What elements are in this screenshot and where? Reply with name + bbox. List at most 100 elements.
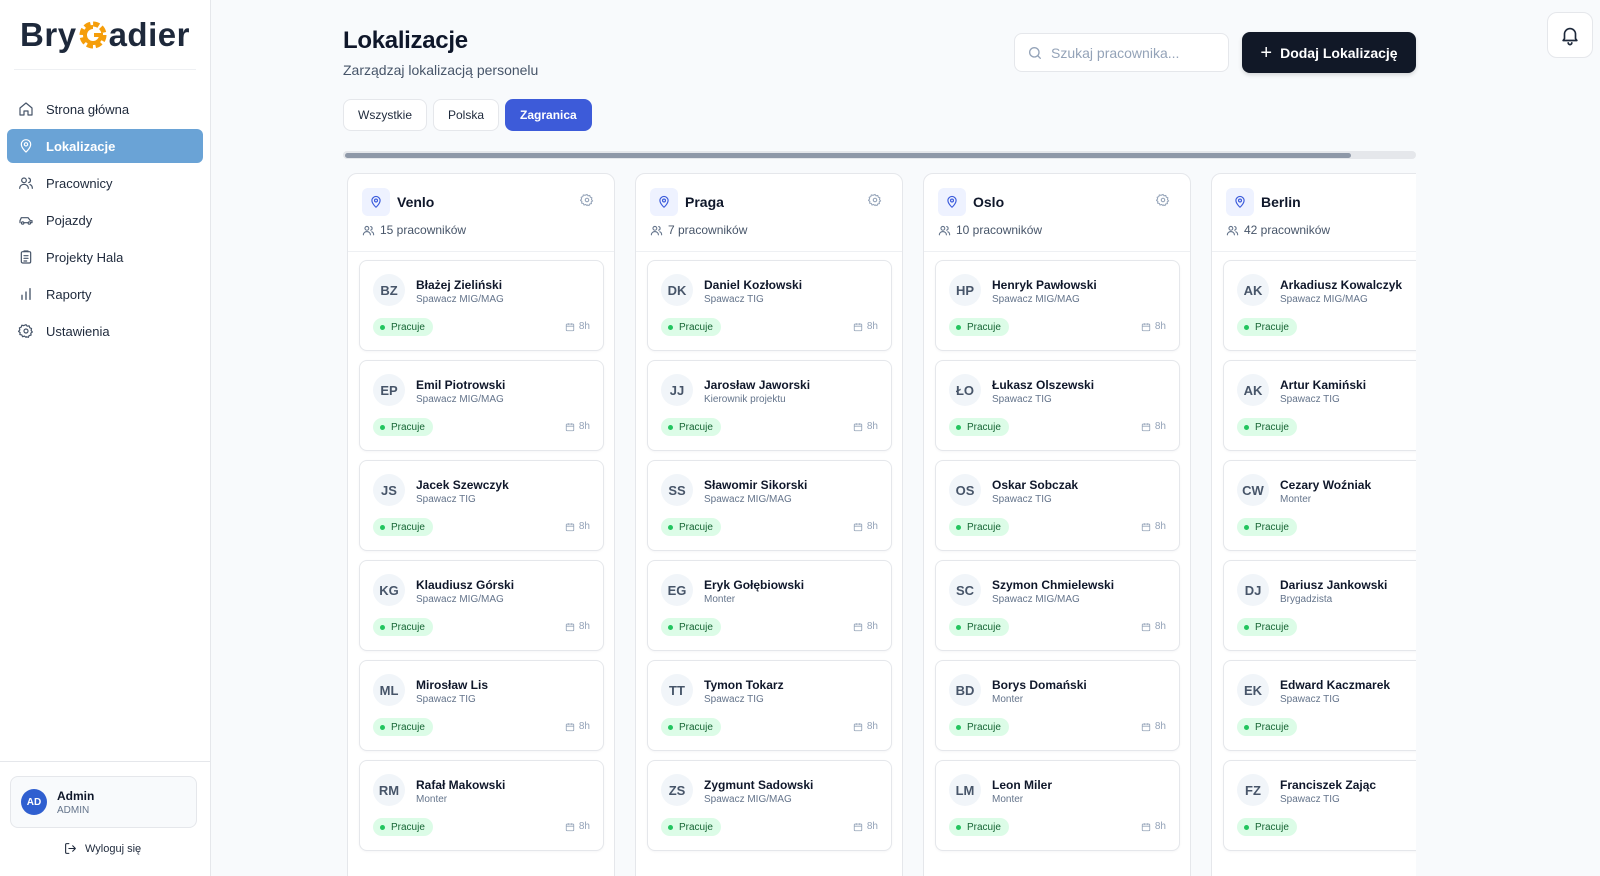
employee-count-label: 7 pracowników bbox=[668, 223, 748, 237]
employee-card[interactable]: ZS Zygmunt Sadowski Spawacz MIG/MAG Pracuje… bbox=[647, 760, 892, 851]
gear-icon[interactable] bbox=[868, 193, 882, 207]
hours-label: 8h bbox=[1154, 321, 1166, 332]
status-badge: Pracuje bbox=[373, 418, 433, 436]
employee-card[interactable]: EKEdward KaczmarekSpawacz TIGPracuje8h bbox=[1223, 660, 1416, 751]
employee-card[interactable]: DK Daniel Kozłowski Spawacz TIG Pracuje 8h bbox=[647, 260, 892, 351]
employee-card[interactable]: FZFranciszek ZającSpawacz TIGPracuje8h bbox=[1223, 760, 1416, 851]
gear-icon[interactable] bbox=[580, 193, 594, 207]
employee-card[interactable]: DJDariusz JankowskiBrygadzistaPracuje8h bbox=[1223, 560, 1416, 651]
calendar-icon bbox=[853, 822, 863, 832]
filter-poland[interactable]: Polska bbox=[433, 99, 500, 131]
notifications-button[interactable] bbox=[1547, 12, 1593, 58]
filter-all[interactable]: Wszystkie bbox=[343, 99, 427, 131]
hours-label: 8h bbox=[1154, 721, 1166, 732]
location-column: Praga 7 pracowników DK Daniel Kozłowski Spaw… bbox=[635, 173, 903, 876]
employee-card[interactable]: EP Emil Piotrowski Spawacz MIG/MAG Pracuje 8… bbox=[359, 360, 604, 451]
employee-card[interactable]: RM Rafał Makowski Monter Pracuje 8h bbox=[359, 760, 604, 851]
home-icon bbox=[18, 101, 34, 117]
hours-label: 8h bbox=[1154, 821, 1166, 832]
sidebar: Bry adier Strona główna Lokalizacje Prac… bbox=[0, 0, 211, 876]
employee-card[interactable]: JJ Jarosław Jaworski Kierownik projektu Pra… bbox=[647, 360, 892, 451]
employee-card[interactable]: BD Borys Domański Monter Pracuje 8h bbox=[935, 660, 1180, 751]
employee-avatar: KG bbox=[373, 574, 405, 606]
employee-role: Spawacz MIG/MAG bbox=[704, 794, 792, 805]
column-header: Praga 7 pracowników bbox=[636, 174, 902, 252]
employee-card[interactable]: KG Klaudiusz Górski Spawacz MIG/MAG Pracuje… bbox=[359, 560, 604, 651]
hours-label: 8h bbox=[1154, 621, 1166, 632]
logout-button[interactable]: Wyloguj się bbox=[64, 842, 141, 855]
employee-role: Spawacz MIG/MAG bbox=[704, 494, 792, 505]
employee-name: Eryk Gołębiowski bbox=[704, 578, 805, 592]
employee-name: Emil Piotrowski bbox=[416, 378, 506, 392]
employee-avatar: RM bbox=[373, 774, 405, 806]
calendar-icon bbox=[1141, 422, 1151, 432]
status-label: Pracuje bbox=[1255, 521, 1289, 533]
sidebar-item-locations[interactable]: Lokalizacje bbox=[7, 129, 203, 163]
employee-card[interactable]: OS Oskar Sobczak Spawacz TIG Pracuje 8h bbox=[935, 460, 1180, 551]
employee-avatar: TT bbox=[661, 674, 693, 706]
employee-card[interactable]: CWCezary WoźniakMonterPracuje8h bbox=[1223, 460, 1416, 551]
employee-card[interactable]: BZ Błażej Zieliński Spawacz MIG/MAG Pracuje… bbox=[359, 260, 604, 351]
status-dot bbox=[956, 624, 961, 630]
employee-avatar: CW bbox=[1237, 474, 1269, 506]
status-label: Pracuje bbox=[391, 721, 425, 733]
gear-icon[interactable] bbox=[1156, 193, 1170, 207]
search-box[interactable] bbox=[1014, 33, 1229, 72]
location-column: Oslo 10 pracowników HP Henryk Pawłowski Spaw… bbox=[923, 173, 1191, 876]
sidebar-item-label: Projekty Hala bbox=[46, 249, 124, 265]
employee-avatar: BD bbox=[949, 674, 981, 706]
employee-name: Klaudiusz Górski bbox=[416, 578, 515, 592]
employee-card[interactable]: TT Tymon Tokarz Spawacz TIG Pracuje 8h bbox=[647, 660, 892, 751]
plus-icon: + bbox=[1260, 41, 1273, 64]
logo[interactable]: Bry adier bbox=[14, 0, 196, 70]
hours: 8h bbox=[853, 621, 878, 632]
sidebar-item-home[interactable]: Strona główna bbox=[7, 92, 203, 126]
employee-card[interactable]: ŁO Łukasz Olszewski Spawacz TIG Pracuje 8h bbox=[935, 360, 1180, 451]
employee-card[interactable]: ML Mirosław Lis Spawacz TIG Pracuje 8h bbox=[359, 660, 604, 751]
status-label: Pracuje bbox=[1255, 321, 1289, 333]
employee-card[interactable]: JS Jacek Szewczyk Spawacz TIG Pracuje 8h bbox=[359, 460, 604, 551]
employee-card[interactable]: SC Szymon Chmielewski Spawacz MIG/MAG Pracu… bbox=[935, 560, 1180, 651]
logo-text-right: adier bbox=[108, 15, 190, 53]
status-badge: Pracuje bbox=[373, 718, 433, 736]
employee-avatar: DK bbox=[661, 274, 693, 306]
status-label: Pracuje bbox=[391, 821, 425, 833]
employee-card[interactable]: HP Henryk Pawłowski Spawacz MIG/MAG Pracuje… bbox=[935, 260, 1180, 351]
sidebar-item-label: Pojazdy bbox=[46, 212, 93, 228]
hours: 8h bbox=[853, 721, 878, 732]
calendar-icon bbox=[565, 822, 575, 832]
scrollbar-thumb[interactable] bbox=[345, 153, 1351, 158]
employee-card[interactable]: SS Sławomir Sikorski Spawacz MIG/MAG Pracuj… bbox=[647, 460, 892, 551]
status-dot bbox=[1244, 724, 1249, 730]
employee-role: Spawacz MIG/MAG bbox=[416, 294, 504, 305]
horizontal-scrollbar[interactable] bbox=[343, 151, 1416, 159]
employee-card[interactable]: LM Leon Miler Monter Pracuje 8h bbox=[935, 760, 1180, 851]
add-location-button[interactable]: + Dodaj Lokalizację bbox=[1242, 32, 1416, 73]
employee-avatar: FZ bbox=[1237, 774, 1269, 806]
employee-name: Rafał Makowski bbox=[416, 778, 506, 792]
search-input[interactable] bbox=[1051, 44, 1221, 61]
employee-avatar: SS bbox=[661, 474, 693, 506]
sidebar-item-hall-projects[interactable]: Projekty Hala bbox=[7, 240, 203, 274]
sidebar-item-settings[interactable]: Ustawienia bbox=[7, 314, 203, 348]
employee-role: Spawacz MIG/MAG bbox=[992, 594, 1080, 605]
employee-card[interactable]: AKArtur KamińskiSpawacz TIGPracuje8h bbox=[1223, 360, 1416, 451]
sidebar-item-reports[interactable]: Raporty bbox=[7, 277, 203, 311]
status-label: Pracuje bbox=[679, 321, 713, 333]
user-card[interactable]: AD Admin ADMIN bbox=[10, 776, 197, 828]
employee-card[interactable]: EG Eryk Gołębiowski Monter Pracuje 8h bbox=[647, 560, 892, 651]
status-label: Pracuje bbox=[967, 321, 1001, 333]
status-badge: Pracuje bbox=[1237, 518, 1297, 536]
employee-card[interactable]: AK Arkadiusz Kowalczyk Spawacz MIG/MAG Prac… bbox=[1223, 260, 1416, 351]
sidebar-item-vehicles[interactable]: Pojazdy bbox=[7, 203, 203, 237]
hours-label: 8h bbox=[1154, 521, 1166, 532]
hours: 8h bbox=[565, 621, 590, 632]
employee-role: Spawacz TIG bbox=[992, 494, 1052, 505]
status-badge: Pracuje bbox=[949, 518, 1009, 536]
employee-avatar: LM bbox=[949, 774, 981, 806]
sidebar-item-employees[interactable]: Pracownicy bbox=[7, 166, 203, 200]
filter-abroad[interactable]: Zagranica bbox=[505, 99, 592, 131]
users-icon bbox=[938, 224, 951, 237]
hours-label: 8h bbox=[866, 821, 878, 832]
calendar-icon bbox=[565, 422, 575, 432]
